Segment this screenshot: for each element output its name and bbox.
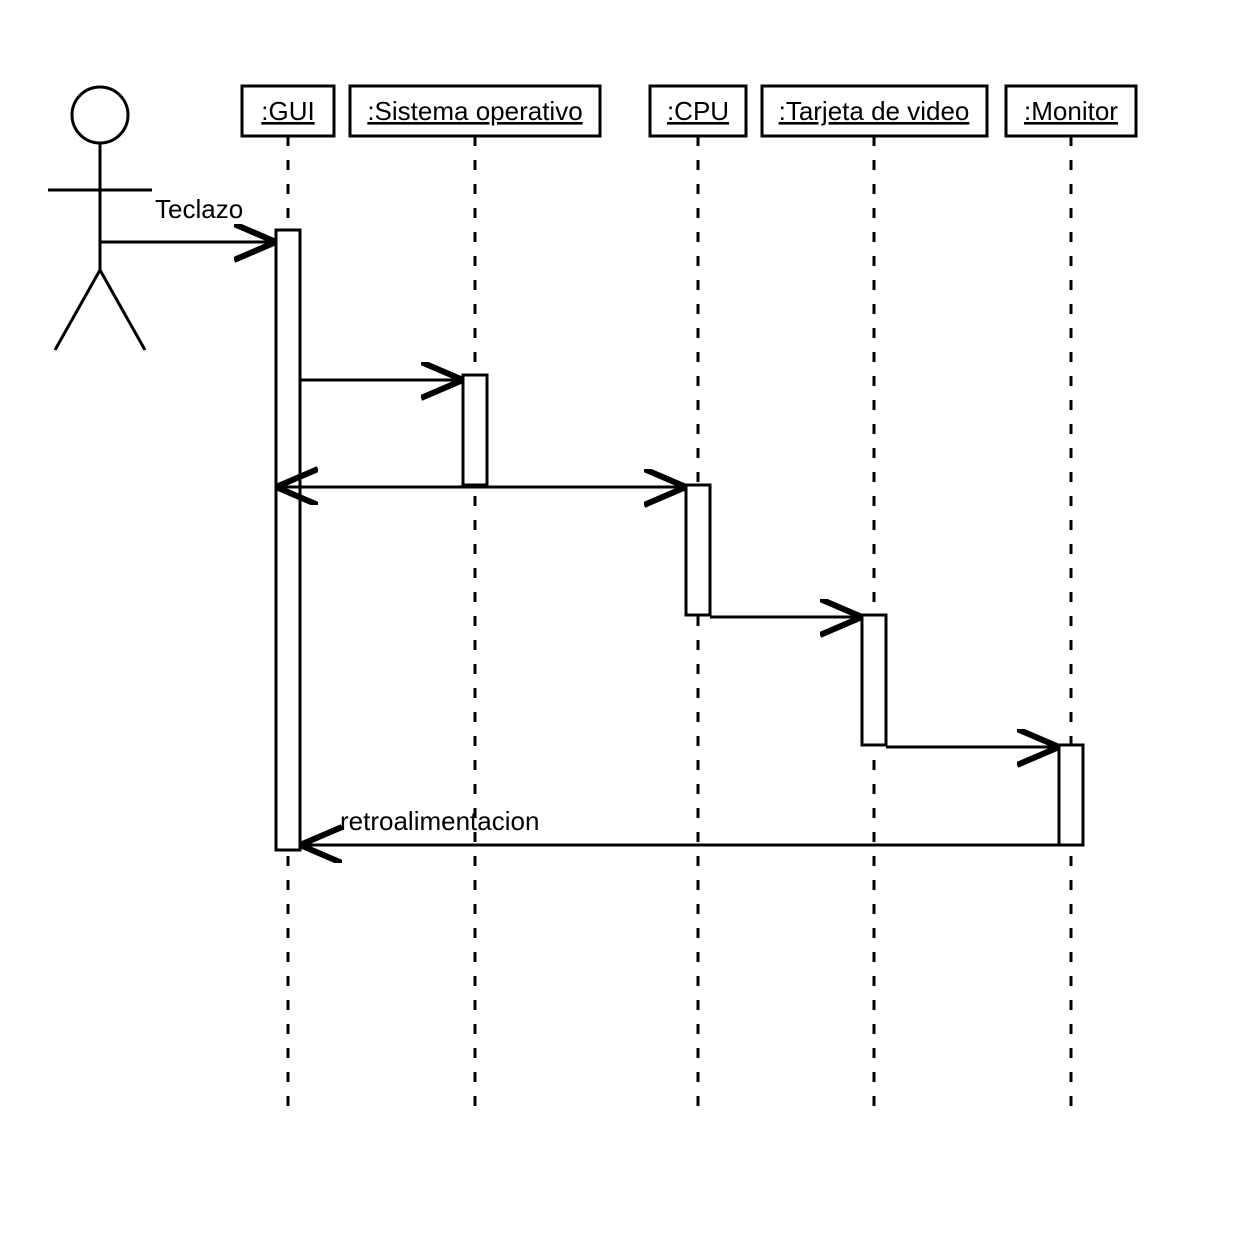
message-teclazo: Teclazo — [100, 194, 276, 242]
message-feedback: retroalimentacion — [300, 806, 1059, 845]
activation-cpu — [686, 485, 710, 615]
participant-gui-label: :GUI — [261, 96, 314, 126]
actor-user — [48, 87, 152, 350]
activation-monitor — [1059, 745, 1083, 845]
activation-gui — [276, 230, 300, 850]
participant-monitor: :Monitor — [1006, 86, 1136, 136]
participant-gui: :GUI — [242, 86, 334, 136]
activation-video — [862, 615, 886, 745]
participant-monitor-label: :Monitor — [1024, 96, 1118, 126]
message-teclazo-label: Teclazo — [155, 194, 243, 224]
message-feedback-label: retroalimentacion — [340, 806, 539, 836]
participant-video: :Tarjeta de video — [762, 86, 987, 136]
sequence-diagram: :GUI :Sistema operativo :CPU :Tarjeta de… — [0, 0, 1253, 1256]
activation-os — [463, 375, 487, 485]
participant-cpu-label: :CPU — [667, 96, 729, 126]
participant-os-label: :Sistema operativo — [367, 96, 582, 126]
participant-video-label: :Tarjeta de video — [779, 96, 970, 126]
participant-cpu: :CPU — [650, 86, 746, 136]
participant-os: :Sistema operativo — [350, 86, 600, 136]
